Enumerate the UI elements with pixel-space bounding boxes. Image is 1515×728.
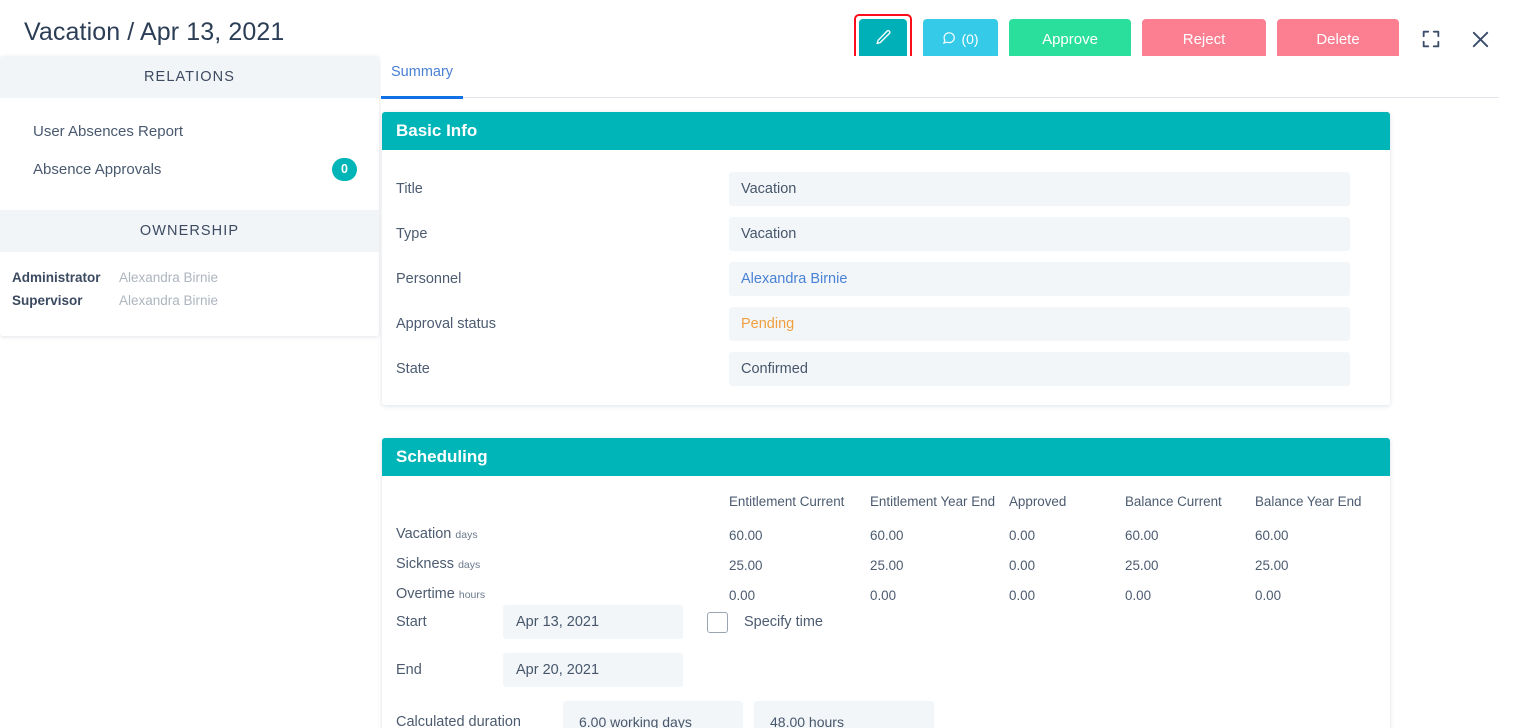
table-cell: 25.00 (1255, 558, 1289, 573)
field-row-state: State Confirmed (382, 346, 1390, 391)
table-row-label: Sickness days (382, 551, 729, 581)
sidebar-item-absence-approvals[interactable]: Absence Approvals 0 (0, 150, 379, 188)
ownership-row: Supervisor Alexandra Birnie (0, 289, 379, 312)
ownership-row: Administrator Alexandra Birnie (0, 266, 379, 289)
table-cell: 25.00 (870, 558, 904, 573)
start-label: Start (396, 614, 427, 630)
sidebar-item-user-absences-report[interactable]: User Absences Report (0, 112, 379, 150)
basic-info-title: Basic Info (382, 112, 1390, 150)
column-header: Balance Year End (1255, 494, 1362, 509)
pencil-icon (875, 29, 892, 49)
table-cell: 0.00 (1009, 558, 1036, 573)
row-name: Vacation (396, 526, 452, 542)
field-row-type: Type Vacation (382, 211, 1390, 256)
relation-label: Absence Approvals (33, 160, 162, 178)
row-unit: days (455, 529, 478, 541)
field-row-approval-status: Approval status Pending (382, 301, 1390, 346)
scheduling-title: Scheduling (382, 438, 1390, 476)
edit-button[interactable] (859, 19, 907, 59)
table-cell: 60.00 (729, 528, 763, 543)
field-row-title: Title Vacation (382, 166, 1390, 211)
field-label: Personnel (396, 270, 462, 287)
table-cell: 0.00 (1125, 588, 1152, 603)
field-label: Title (396, 180, 423, 197)
field-label: Type (396, 225, 428, 242)
table-cell: 25.00 (1125, 558, 1159, 573)
relations-list: User Absences Report Absence Approvals 0 (0, 98, 379, 210)
end-date-row: End Apr 20, 2021 (382, 653, 1390, 687)
row-name: Sickness (396, 556, 455, 572)
table-corner (382, 490, 729, 521)
ownership-role: Administrator (12, 270, 101, 285)
comment-button[interactable]: (0) (923, 19, 998, 59)
tab-bar: Summary (381, 56, 1499, 99)
comment-count: (0) (961, 31, 979, 47)
column-header: Balance Current (1125, 494, 1222, 509)
duration-label: Calculated duration (396, 714, 521, 728)
scheduling-body: Entitlement Current Entitlement Year End… (382, 476, 1390, 728)
title-field[interactable]: Vacation (729, 171, 1350, 206)
table-row-label: Vacation days (382, 521, 729, 551)
duration-days-value: 6.00 working days (563, 701, 743, 728)
specify-time-label: Specify time (744, 614, 823, 630)
entitlement-table: Entitlement Current Entitlement Year End… (382, 490, 1390, 611)
tab-active-indicator (381, 96, 463, 99)
scheduling-card: Scheduling Entitlement Current Entitleme… (382, 438, 1390, 728)
table-cell: 60.00 (870, 528, 904, 543)
approve-button[interactable]: Approve (1009, 19, 1131, 59)
column-header: Entitlement Current (729, 494, 845, 509)
relation-label: User Absences Report (33, 122, 184, 140)
table-cell: 0.00 (870, 588, 897, 603)
left-sidebar: RELATIONS User Absences Report Absence A… (0, 56, 379, 336)
end-label: End (396, 662, 422, 678)
ownership-name: Alexandra Birnie (119, 270, 219, 285)
table-cell: 0.00 (1009, 588, 1036, 603)
ownership-name: Alexandra Birnie (119, 293, 219, 308)
ownership-role: Supervisor (12, 293, 83, 308)
tab-summary[interactable]: Summary (391, 64, 453, 94)
row-name: Overtime (396, 586, 455, 602)
table-cell: 60.00 (1255, 528, 1289, 543)
main-content: Summary Basic Info Title Vacation Type V… (381, 56, 1515, 728)
page-title: Vacation / Apr 13, 2021 (24, 18, 285, 46)
personnel-field[interactable]: Alexandra Birnie (729, 261, 1350, 296)
table-cell: 0.00 (1009, 528, 1036, 543)
field-row-personnel: Personnel Alexandra Birnie (382, 256, 1390, 301)
end-date-input[interactable]: Apr 20, 2021 (503, 653, 683, 687)
fullscreen-icon (1420, 28, 1442, 50)
status-badge: 0 (332, 157, 357, 181)
close-icon (1469, 28, 1492, 51)
column-header: Approved (1009, 494, 1067, 509)
duration-hours-value: 48.00 hours (754, 701, 934, 728)
reject-button[interactable]: Reject (1142, 19, 1266, 59)
ownership-list: Administrator Alexandra Birnie Superviso… (0, 252, 379, 336)
column-header: Entitlement Year End (870, 494, 996, 509)
relations-header: RELATIONS (0, 56, 379, 98)
specify-time-checkbox[interactable] (707, 611, 728, 633)
row-unit: hours (458, 589, 486, 601)
fullscreen-button[interactable] (1414, 22, 1448, 56)
row-unit: days (458, 559, 481, 571)
calculated-duration-row: Calculated duration 6.00 working days 48… (382, 701, 1390, 728)
app-root: Vacation / Apr 13, 2021 (0) Approve Reje… (0, 0, 1515, 728)
type-field[interactable]: Vacation (729, 216, 1350, 251)
delete-button[interactable]: Delete (1277, 19, 1399, 59)
table-cell: 0.00 (729, 588, 756, 603)
state-field: Confirmed (729, 351, 1350, 386)
table-cell: 25.00 (729, 558, 763, 573)
approval-status-field: Pending (729, 306, 1350, 341)
ownership-header: OWNERSHIP (0, 210, 379, 252)
start-date-input[interactable]: Apr 13, 2021 (503, 605, 683, 639)
table-cell: 0.00 (1255, 588, 1282, 603)
close-button[interactable] (1463, 22, 1497, 56)
comment-bubble-icon (942, 31, 956, 47)
field-label: State (396, 360, 430, 377)
field-label: Approval status (396, 315, 496, 332)
table-cell: 60.00 (1125, 528, 1159, 543)
basic-info-fields: Title Vacation Type Vacation Personnel A… (382, 150, 1390, 405)
basic-info-card: Basic Info Title Vacation Type Vacation … (382, 112, 1390, 405)
